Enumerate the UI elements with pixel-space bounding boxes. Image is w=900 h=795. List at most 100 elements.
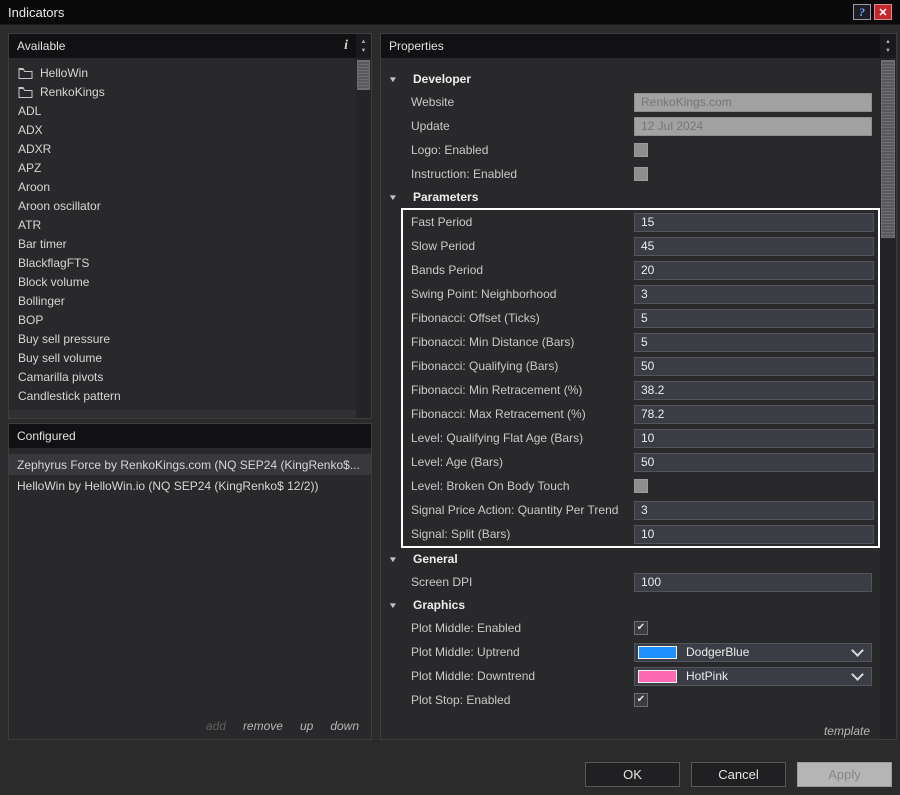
property-row: Fibonacci: Offset (Ticks) (403, 306, 878, 330)
down-link[interactable]: down (330, 719, 359, 733)
param-label: Level: Broken On Body Touch (411, 479, 634, 493)
list-item[interactable]: ADX (9, 120, 356, 139)
close-icon: ✕ (878, 6, 887, 19)
property-row: Fibonacci: Min Distance (Bars) (403, 330, 878, 354)
screen-dpi-input[interactable] (634, 573, 872, 592)
configured-item[interactable]: HelloWin by HelloWin.io (NQ SEP24 (KingR… (9, 475, 371, 496)
logo-enabled-checkbox (634, 143, 648, 157)
section-parameters[interactable]: ▼ Parameters (381, 186, 880, 208)
remove-link[interactable]: remove (243, 719, 283, 733)
available-folder-label: HelloWin (40, 66, 88, 80)
info-icon[interactable]: i (344, 38, 348, 54)
configured-item-label: Zephyrus Force by RenkoKings.com (NQ SEP… (17, 458, 360, 472)
param-input[interactable] (634, 381, 874, 400)
section-general[interactable]: ▼ General (381, 548, 880, 570)
section-graphics[interactable]: ▼ Graphics (381, 594, 880, 616)
window-title: Indicators (8, 5, 64, 20)
scroll-down-icon[interactable]: ▼ (361, 48, 367, 54)
list-item-label: Aroon (18, 180, 50, 194)
plot-middle-downtrend-label: Plot Middle: Downtrend (411, 669, 634, 683)
list-item[interactable]: Bollinger (9, 291, 356, 310)
param-label: Fast Period (411, 215, 634, 229)
property-row: Plot Middle: Enabled ✔ (381, 616, 880, 640)
list-item[interactable]: Camarilla pivots (9, 367, 356, 386)
plot-stop-enabled-label: Plot Stop: Enabled (411, 693, 634, 707)
param-label: Level: Age (Bars) (411, 455, 634, 469)
horizontal-scrollbar[interactable] (9, 410, 356, 418)
param-input[interactable] (634, 213, 874, 232)
chevron-down-icon (851, 644, 864, 657)
chevron-down-icon (851, 668, 864, 681)
list-item[interactable]: Aroon oscillator (9, 196, 356, 215)
up-link[interactable]: up (300, 719, 313, 733)
param-input[interactable] (634, 333, 874, 352)
list-item[interactable]: BlackflagFTS (9, 253, 356, 272)
configured-actions: add remove up down (9, 719, 371, 739)
properties-scroll-arrows[interactable]: ▲ ▼ (880, 34, 896, 58)
list-item[interactable]: ADL (9, 101, 356, 120)
property-row: Plot Middle: Downtrend HotPink (381, 664, 880, 688)
param-label: Fibonacci: Min Retracement (%) (411, 383, 634, 397)
available-folder[interactable]: HelloWin (9, 63, 356, 82)
list-item[interactable]: ATR (9, 215, 356, 234)
list-item[interactable]: BOP (9, 310, 356, 329)
param-input[interactable] (634, 501, 874, 520)
collapse-arrow-icon[interactable]: ▼ (388, 555, 417, 564)
list-item[interactable]: Aroon (9, 177, 356, 196)
list-item[interactable]: Buy sell volume (9, 348, 356, 367)
param-input[interactable] (634, 237, 874, 256)
instruction-enabled-checkbox (634, 167, 648, 181)
close-button[interactable]: ✕ (874, 4, 892, 20)
template-row: template (381, 712, 880, 738)
uptrend-color-dropdown[interactable]: DodgerBlue (634, 643, 872, 662)
broken-on-body-touch-checkbox[interactable] (634, 479, 648, 493)
section-graphics-label: Graphics (413, 598, 465, 612)
list-item[interactable]: APZ (9, 158, 356, 177)
param-label: Signal: Split (Bars) (411, 527, 634, 541)
scrollbar-thumb[interactable] (357, 60, 370, 90)
list-item[interactable]: Buy sell pressure (9, 329, 356, 348)
scroll-up-icon[interactable]: ▲ (885, 39, 891, 45)
configured-item[interactable]: Zephyrus Force by RenkoKings.com (NQ SEP… (9, 454, 371, 475)
plot-stop-enabled-checkbox[interactable]: ✔ (634, 693, 648, 707)
param-input[interactable] (634, 405, 874, 424)
scrollbar-thumb[interactable] (881, 60, 895, 238)
list-item[interactable]: Bar timer (9, 234, 356, 253)
property-row: Fast Period (403, 210, 878, 234)
downtrend-color-dropdown[interactable]: HotPink (634, 667, 872, 686)
list-item[interactable]: ADXR (9, 139, 356, 158)
param-input[interactable] (634, 525, 874, 544)
available-scrollbar[interactable] (356, 58, 371, 418)
add-link: add (206, 719, 226, 733)
scroll-up-icon[interactable]: ▲ (361, 39, 367, 45)
property-row: Level: Qualifying Flat Age (Bars) (403, 426, 878, 450)
param-label: Level: Qualifying Flat Age (Bars) (411, 431, 634, 445)
collapse-arrow-icon[interactable]: ▼ (388, 601, 417, 610)
window-titlebar: Indicators ? ✕ (0, 0, 900, 25)
param-input[interactable] (634, 357, 874, 376)
list-item-label: ADX (18, 123, 43, 137)
available-list: HelloWin RenkoKings ADL ADX ADXR APZ Aro… (9, 58, 356, 418)
param-input[interactable] (634, 261, 874, 280)
collapse-arrow-icon[interactable]: ▼ (388, 193, 417, 202)
list-item[interactable]: Block volume (9, 272, 356, 291)
available-scroll-arrows[interactable]: ▲ ▼ (356, 34, 371, 58)
available-folder[interactable]: RenkoKings (9, 82, 356, 101)
param-input[interactable] (634, 309, 874, 328)
param-input[interactable] (634, 285, 874, 304)
cancel-button[interactable]: Cancel (691, 762, 786, 787)
properties-scrollbar[interactable] (880, 58, 896, 739)
param-label: Fibonacci: Qualifying (Bars) (411, 359, 634, 373)
plot-middle-enabled-checkbox[interactable]: ✔ (634, 621, 648, 635)
list-item[interactable]: Candlestick pattern (9, 386, 356, 405)
template-link[interactable]: template (824, 724, 870, 738)
scroll-down-icon[interactable]: ▼ (885, 48, 891, 54)
collapse-arrow-icon[interactable]: ▼ (388, 75, 417, 84)
section-developer[interactable]: ▼ Developer (381, 68, 880, 90)
param-input[interactable] (634, 429, 874, 448)
section-parameters-label: Parameters (413, 190, 478, 204)
ok-button[interactable]: OK (585, 762, 680, 787)
property-row: Swing Point: Neighborhood (403, 282, 878, 306)
help-button[interactable]: ? (853, 4, 871, 20)
param-input[interactable] (634, 453, 874, 472)
